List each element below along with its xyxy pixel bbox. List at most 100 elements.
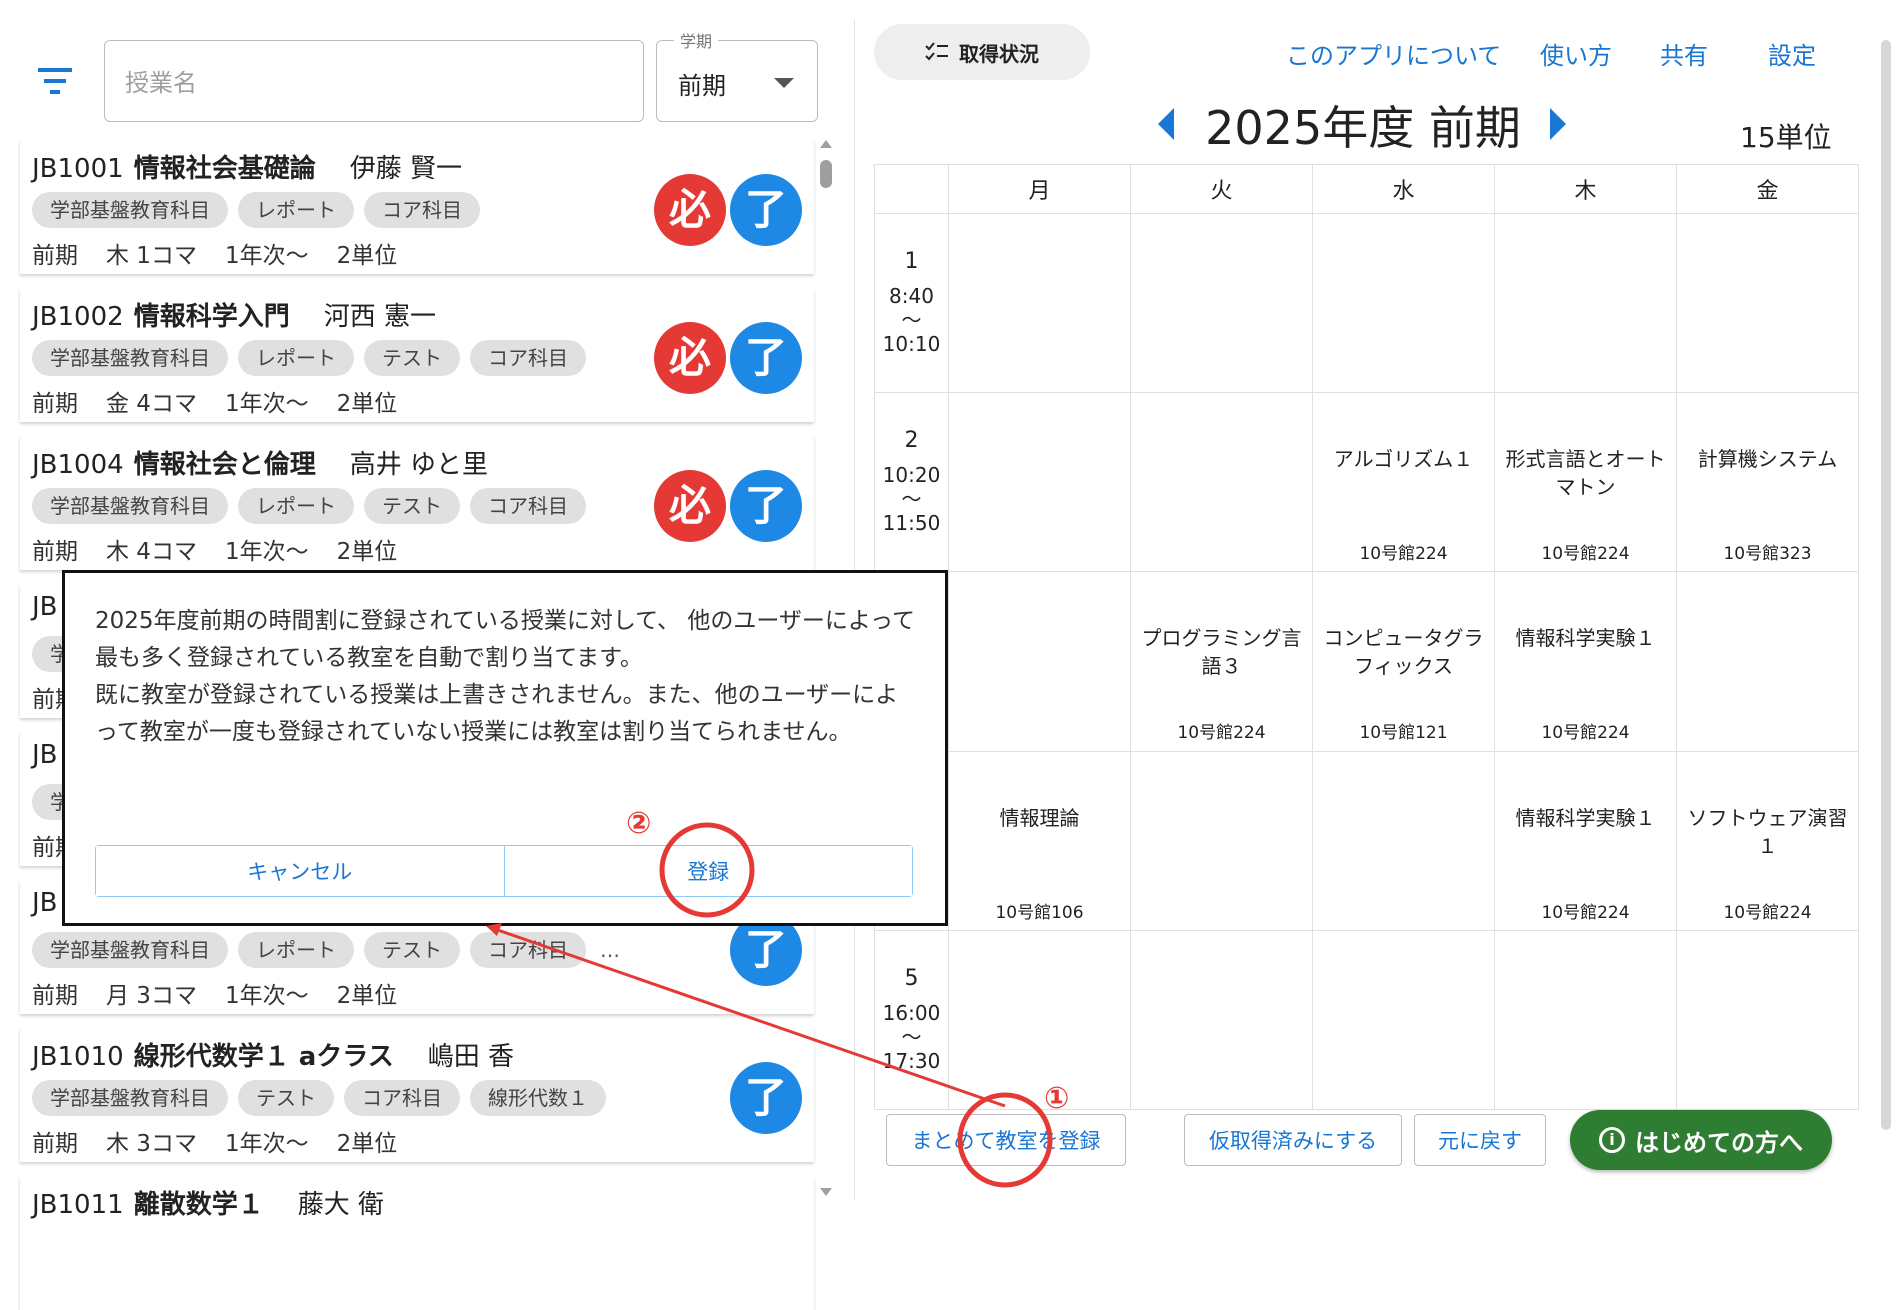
- course-slot: 木 3コマ: [106, 1131, 197, 1157]
- page-scrollbar-thumb[interactable]: [1881, 40, 1891, 1130]
- completed-badge[interactable]: 了: [730, 1062, 802, 1134]
- beginner-guide-label: はじめての方へ: [1635, 1128, 1803, 1157]
- course-tag: 学部基盤教育科目: [32, 488, 228, 524]
- course-year: 1年次〜: [224, 983, 309, 1009]
- timetable-slot[interactable]: [1312, 212, 1495, 394]
- completed-badge[interactable]: 了: [730, 470, 802, 542]
- timetable-slot[interactable]: プログラミング言語３ 10号館224: [1130, 571, 1313, 752]
- prev-term-icon[interactable]: [1158, 108, 1174, 140]
- course-card[interactable]: JB1002 情報科学入門 河西 憲一 学部基盤教育科目 レポート テスト コア科目 前期 金 …: [20, 288, 814, 422]
- timetable-slot[interactable]: コンピュータグラフィックス 10号館121: [1312, 571, 1495, 752]
- course-name: 離散数学１: [133, 1190, 264, 1220]
- dialog-message-line-2: 既に教室が登録されている授業は上書きされません。また、他のユーザーによって教室が…: [95, 682, 899, 745]
- link-about-app[interactable]: このアプリについて: [1286, 36, 1501, 71]
- timetable-slot[interactable]: [948, 929, 1131, 1111]
- dialog-message: 2025年度前期の時間割に登録されている授業に対して、 他のユーザーによって最も…: [95, 603, 915, 751]
- course-card[interactable]: JB1010 線形代数学１ aクラス 嶋田 香学部基盤教育科目 テスト コア科目 線形代数…: [20, 1028, 814, 1162]
- course-code: JB1002: [32, 302, 124, 332]
- link-how-to-use[interactable]: 使い方: [1540, 36, 1612, 71]
- course-tag: 線形代数１: [470, 1080, 606, 1116]
- period-info: 1 8:40 〜 10:10: [875, 249, 948, 357]
- period-number: 1: [904, 249, 919, 275]
- course-slot: 木 1コマ: [106, 243, 197, 269]
- scroll-up-icon[interactable]: [820, 140, 832, 148]
- period-number: 2: [904, 428, 919, 454]
- course-tag: 学部基盤教育科目: [32, 1080, 228, 1116]
- timetable-slot[interactable]: [1130, 392, 1313, 573]
- timetable-slot[interactable]: [948, 392, 1131, 573]
- timetable-slot[interactable]: [1676, 929, 1859, 1111]
- next-term-icon[interactable]: [1550, 108, 1566, 140]
- course-code: JB1004: [32, 450, 124, 480]
- required-badge[interactable]: 必: [654, 174, 726, 246]
- class-room: 10号館224: [1541, 723, 1630, 744]
- course-tags: 学部基盤教育科目 レポート テスト コア科目…: [32, 932, 620, 968]
- class-room: 10号館224: [1177, 723, 1266, 744]
- mark-provisional-button[interactable]: 仮取得済みにする: [1184, 1114, 1402, 1166]
- completed-badge[interactable]: 了: [730, 174, 802, 246]
- course-card[interactable]: JB1004 情報社会と倫理 高井 ゆと里 学部基盤教育科目 レポート テスト コア科目 前期…: [20, 436, 814, 570]
- timetable-slot[interactable]: [1312, 929, 1495, 1111]
- total-credits: 15単位: [1740, 121, 1832, 154]
- course-card[interactable]: JB1001 情報社会基礎論 伊藤 賢一 学部基盤教育科目 レポート コア科目 前期 木 1コ…: [20, 140, 814, 274]
- timetable-slot[interactable]: [948, 571, 1131, 752]
- beginner-guide-button[interactable]: i はじめての方へ: [1570, 1110, 1832, 1170]
- timetable-slot[interactable]: [1494, 212, 1677, 394]
- course-tag: コア科目: [470, 932, 586, 968]
- filter-icon[interactable]: [38, 66, 80, 96]
- timetable-slot[interactable]: [1130, 750, 1313, 931]
- timetable-slot[interactable]: [1676, 571, 1859, 752]
- completed-badge[interactable]: 了: [730, 322, 802, 394]
- class-name: プログラミング言語３: [1141, 626, 1302, 679]
- link-share[interactable]: 共有: [1660, 36, 1708, 71]
- timetable-slot[interactable]: アルゴリズム１ 10号館224: [1312, 392, 1495, 573]
- timetable-slot[interactable]: [1312, 750, 1495, 931]
- course-year: 1年次〜: [224, 1131, 309, 1157]
- course-tag: コア科目: [344, 1080, 460, 1116]
- course-code: JB: [32, 740, 58, 770]
- scrollbar-thumb[interactable]: [820, 160, 832, 188]
- course-teacher: 嶋田 香: [427, 1042, 515, 1072]
- cancel-button[interactable]: キャンセル: [96, 846, 505, 896]
- class-room: 10号館224: [1723, 902, 1812, 923]
- dropdown-arrow-icon[interactable]: [774, 78, 794, 88]
- register-button[interactable]: 登録: [504, 846, 912, 896]
- timetable-slot[interactable]: [1494, 929, 1677, 1111]
- timetable-slot[interactable]: 情報理論 10号館106: [948, 750, 1131, 931]
- bulk-register-classroom-button[interactable]: まとめて教室を登録: [886, 1114, 1126, 1166]
- link-settings[interactable]: 設定: [1768, 36, 1816, 71]
- course-card[interactable]: JB1011 離散数学１ 藤大 衛: [20, 1176, 814, 1310]
- timetable-slot[interactable]: [1130, 212, 1313, 394]
- search-field[interactable]: [104, 40, 644, 122]
- period-end: 11:50: [882, 511, 941, 536]
- course-term: 前期: [32, 1131, 78, 1157]
- required-badge[interactable]: 必: [654, 322, 726, 394]
- search-input[interactable]: [123, 65, 627, 101]
- class-room: 10号館224: [1541, 544, 1630, 565]
- required-badge[interactable]: 必: [654, 470, 726, 542]
- course-name: 線形代数学１ aクラス: [133, 1042, 394, 1072]
- timetable-slot[interactable]: 情報科学実験１ 10号館224: [1494, 571, 1677, 752]
- timetable-slot[interactable]: [948, 212, 1131, 394]
- timetable-slot[interactable]: 情報科学実験１ 10号館224: [1494, 750, 1677, 931]
- timetable-row: 1 8:40 〜 10:10: [874, 212, 1859, 394]
- term-select-value[interactable]: 前期: [678, 66, 726, 101]
- undo-button[interactable]: 元に戻す: [1414, 1114, 1546, 1166]
- timetable-slot[interactable]: [1676, 212, 1859, 394]
- timetable-slot[interactable]: 計算機システム 10号館323: [1676, 392, 1859, 573]
- timetable-slot[interactable]: 形式言語とオートマトン 10号館224: [1494, 392, 1677, 573]
- course-meta: 前期 木 4コマ 1年次〜 2単位: [32, 532, 425, 566]
- timetable-slot[interactable]: ソフトウェア演習１ 10号館224: [1676, 750, 1859, 931]
- course-tag: コア科目: [470, 488, 586, 524]
- day-header: 月: [948, 164, 1131, 214]
- timetable-slot[interactable]: [1130, 929, 1313, 1111]
- day-header: 金: [1676, 164, 1859, 214]
- period-start: 8:40: [889, 284, 934, 309]
- acquisition-status-button[interactable]: 取得状況: [874, 24, 1090, 80]
- course-title: JB1011 離散数学１ 藤大 衛: [32, 1184, 384, 1221]
- scroll-down-icon[interactable]: [820, 1188, 832, 1196]
- course-teacher: 伊藤 賢一: [349, 154, 462, 184]
- period-cell: 1 8:40 〜 10:10: [874, 212, 949, 394]
- course-tags: 学部基盤教育科目 レポート テスト コア科目: [32, 488, 586, 524]
- course-credits: 2単位: [336, 391, 398, 417]
